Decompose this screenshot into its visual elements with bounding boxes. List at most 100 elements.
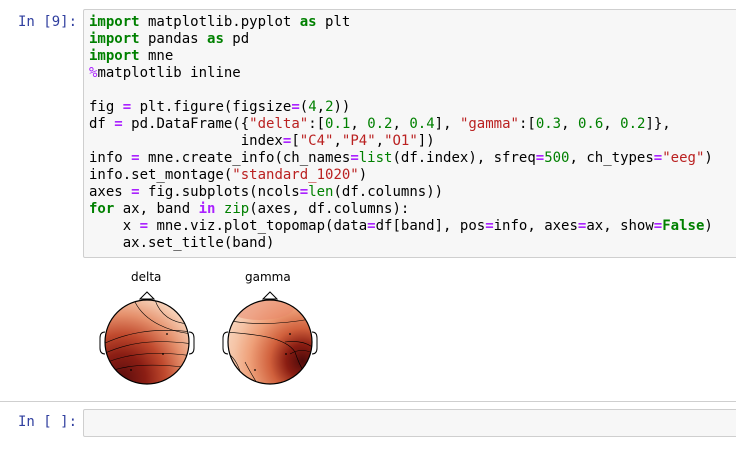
cell-prompt: In [9]: bbox=[18, 14, 78, 30]
code-token: , ch_types bbox=[569, 150, 654, 166]
code-line: import pandas as pd bbox=[89, 31, 713, 48]
code-token: for bbox=[89, 201, 115, 217]
code-token: x bbox=[89, 218, 140, 234]
code-line: df = pd.DataFrame({"delta":[0.1, 0.2, 0.… bbox=[89, 116, 713, 133]
code-token: list bbox=[358, 150, 393, 166]
code-token: ( bbox=[299, 99, 309, 115]
code-token: ]) bbox=[417, 133, 435, 149]
code-token: "C4" bbox=[299, 133, 334, 149]
code-token: = bbox=[299, 184, 309, 200]
code-token: , bbox=[561, 116, 578, 132]
code-token: [ bbox=[291, 133, 300, 149]
code-token: pd bbox=[223, 31, 250, 47]
code-token: , bbox=[392, 116, 410, 132]
code-token: ) bbox=[704, 150, 713, 166]
code-text[interactable]: import matplotlib.pyplot as plt import pa… bbox=[89, 14, 713, 252]
code-token: "eeg" bbox=[662, 150, 705, 166]
code-token: 0.6 bbox=[577, 116, 604, 132]
code-token: (df.columns)) bbox=[333, 184, 444, 200]
code-token: ]}, bbox=[645, 116, 671, 132]
code-token: = bbox=[291, 99, 300, 115]
code-token: :[ bbox=[308, 116, 326, 132]
code-token: pd.DataFrame({ bbox=[122, 116, 250, 132]
code-token: = bbox=[131, 150, 140, 166]
code-token: = bbox=[485, 218, 494, 234]
code-token: in bbox=[198, 201, 216, 217]
code-token: (df.index), sfreq bbox=[392, 150, 536, 166]
code-token: 0.3 bbox=[535, 116, 562, 132]
code-token: "gamma" bbox=[459, 116, 519, 132]
code-line: axes = fig.subplots(ncols=len(df.columns… bbox=[89, 184, 713, 201]
cell-divider bbox=[0, 401, 736, 402]
topomap-gamma bbox=[222, 291, 318, 385]
cell-prompt: In [ ]: bbox=[18, 414, 78, 430]
code-token: pandas bbox=[139, 31, 208, 47]
code-cell-editor[interactable]: import matplotlib.pyplot as plt import pa… bbox=[83, 9, 736, 258]
code-token: 4 bbox=[308, 99, 317, 115]
code-token: ) bbox=[704, 218, 713, 234]
code-token: info.set_montage( bbox=[89, 167, 233, 183]
code-token: ax.set_title(band) bbox=[89, 235, 275, 251]
right-ear-icon bbox=[311, 331, 318, 355]
code-token: = bbox=[653, 150, 663, 166]
code-token: info, axes bbox=[493, 218, 578, 234]
code-line: x = mne.viz.plot_topomap(data=df[band], … bbox=[89, 218, 713, 235]
output-figure: delta gamma bbox=[95, 262, 325, 392]
code-token: import bbox=[89, 14, 140, 30]
code-token: 0.2 bbox=[620, 116, 646, 132]
left-ear-icon bbox=[222, 331, 229, 355]
code-token: = bbox=[535, 150, 545, 166]
code-token: plt bbox=[316, 14, 351, 30]
code-line: info.set_montage("standard_1020") bbox=[89, 167, 713, 184]
topomap-svg bbox=[99, 291, 318, 385]
code-token: ], bbox=[434, 116, 460, 132]
code-token: matplotlib inline bbox=[97, 65, 241, 81]
code-token: mne.create_info(ch_names bbox=[139, 150, 351, 166]
nose-icon bbox=[138, 291, 156, 300]
code-line: info = mne.create_info(ch_names=list(df.… bbox=[89, 150, 713, 167]
code-token: ) bbox=[358, 167, 368, 183]
code-line: %matplotlib inline bbox=[89, 65, 713, 82]
code-token: mne.viz.plot_topomap(data bbox=[148, 218, 368, 234]
topomap-delta bbox=[99, 291, 195, 385]
code-line: for ax, band in zip(axes, df.columns): bbox=[89, 201, 713, 218]
code-token: 500 bbox=[544, 150, 570, 166]
code-token: :[ bbox=[518, 116, 536, 132]
left-ear-icon bbox=[99, 331, 106, 355]
empty-code-cell-editor[interactable] bbox=[83, 409, 736, 437]
code-line: index=["C4","P4","O1"]) bbox=[89, 133, 713, 150]
code-token: False bbox=[662, 218, 705, 234]
right-ear-icon bbox=[188, 331, 195, 355]
code-token: df bbox=[89, 116, 115, 132]
code-token: ax, show bbox=[586, 218, 654, 234]
code-token: as bbox=[299, 14, 317, 30]
code-line: ax.set_title(band) bbox=[89, 235, 713, 252]
code-token: mne bbox=[139, 48, 174, 64]
code-token: , bbox=[333, 133, 342, 149]
code-token: = bbox=[139, 218, 149, 234]
code-token: , bbox=[375, 133, 385, 149]
code-token: = bbox=[122, 99, 132, 115]
code-line: import mne bbox=[89, 48, 713, 65]
code-token: 0.1 bbox=[325, 116, 351, 132]
code-token: )) bbox=[333, 99, 351, 115]
code-token: = bbox=[367, 218, 376, 234]
code-token: index bbox=[89, 133, 283, 149]
code-token: 0.4 bbox=[409, 116, 435, 132]
code-token: 2 bbox=[325, 99, 334, 115]
code-token: "P4" bbox=[341, 133, 376, 149]
code-token: = bbox=[653, 218, 663, 234]
code-token: matplotlib.pyplot bbox=[139, 14, 300, 30]
code-token: as bbox=[207, 31, 224, 47]
code-token: "standard_1020" bbox=[232, 167, 359, 183]
code-token: "delta" bbox=[249, 116, 309, 132]
code-token: , bbox=[603, 116, 621, 132]
code-token: df[band], pos bbox=[375, 218, 486, 234]
code-token: 0.2 bbox=[367, 116, 393, 132]
code-token: axes bbox=[89, 184, 132, 200]
code-token: = bbox=[131, 184, 140, 200]
code-token: zip bbox=[223, 201, 250, 217]
code-token: len bbox=[308, 184, 334, 200]
code-token: = bbox=[350, 150, 359, 166]
